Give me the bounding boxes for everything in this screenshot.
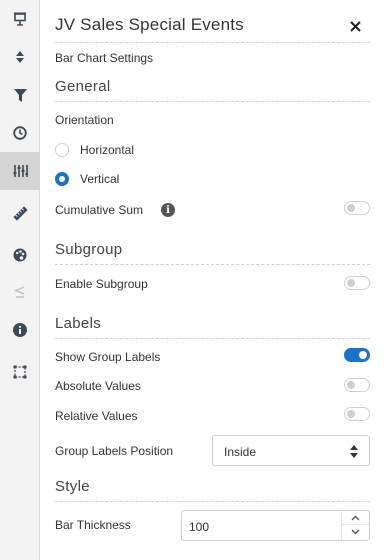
settings-rail: [0, 0, 40, 560]
show-group-labels-label: Show Group Labels: [55, 350, 161, 364]
rail-settings-button[interactable]: [0, 152, 40, 190]
section-general-heading: General: [55, 78, 111, 95]
toggle-knob: [347, 381, 355, 389]
close-icon: [349, 20, 361, 32]
less-equal-icon: [14, 286, 25, 298]
selection-frame-icon: [13, 365, 27, 379]
close-button[interactable]: [348, 19, 362, 33]
divider: [55, 101, 370, 102]
divider: [55, 264, 370, 265]
toggle-knob: [347, 410, 355, 418]
section-subgroup-heading: Subgroup: [55, 241, 123, 258]
vertical-radio[interactable]: [55, 172, 69, 186]
rail-history-button[interactable]: [0, 114, 40, 152]
show-group-labels-toggle[interactable]: [344, 348, 370, 362]
stepper-value[interactable]: 100: [189, 520, 209, 534]
stepper-decrement-button[interactable]: [342, 525, 369, 539]
select-value: Inside: [224, 445, 257, 459]
bar-thickness-label: Bar Thickness: [55, 518, 131, 532]
rail-sort-button[interactable]: [0, 38, 40, 76]
info-icon: [13, 323, 27, 337]
cumulative-sum-label: Cumulative Sum: [55, 203, 144, 217]
rail-compare-button[interactable]: [0, 273, 40, 311]
sort-icon: [16, 51, 24, 63]
rail-measure-button[interactable]: [0, 194, 40, 232]
palette-icon: [13, 248, 27, 262]
chevron-down-icon: [351, 529, 360, 535]
enable-subgroup-toggle[interactable]: [344, 276, 370, 290]
section-style-heading: Style: [55, 478, 90, 495]
settings-panel: JV Sales Special Events Bar Chart Settin…: [40, 0, 384, 560]
chevron-up-icon: [351, 515, 360, 520]
absolute-values-toggle[interactable]: [344, 378, 370, 392]
horizontal-label: Horizontal: [80, 143, 135, 157]
toggle-knob: [359, 351, 367, 359]
sliders-icon: [13, 165, 28, 177]
cumulative-sum-toggle[interactable]: [344, 201, 370, 215]
presentation-icon: [14, 12, 26, 26]
rail-frame-button[interactable]: [0, 353, 40, 391]
rail-presentation-button[interactable]: [0, 0, 40, 38]
filter-icon: [13, 88, 27, 102]
vertical-label: Vertical: [80, 172, 120, 186]
orientation-option-vertical[interactable]: Vertical: [55, 172, 119, 186]
sort-caret-icon: [350, 445, 358, 458]
ruler-icon: [12, 205, 28, 221]
divider: [55, 338, 370, 339]
divider: [55, 501, 370, 502]
group-labels-position-label: Group Labels Position: [55, 444, 174, 458]
divider: [55, 42, 370, 43]
toggle-knob: [347, 279, 355, 287]
section-labels-heading: Labels: [55, 315, 102, 332]
rail-filter-button[interactable]: [0, 76, 40, 114]
stepper-buttons: [341, 511, 369, 540]
rail-info-button[interactable]: [0, 311, 40, 349]
relative-values-toggle[interactable]: [344, 407, 370, 421]
horizontal-radio[interactable]: [55, 143, 69, 157]
toggle-knob: [347, 204, 355, 212]
orientation-option-horizontal[interactable]: Horizontal: [55, 143, 134, 157]
stepper-increment-button[interactable]: [342, 511, 369, 525]
clock-icon: [13, 126, 27, 140]
relative-values-label: Relative Values: [55, 409, 138, 423]
panel-subtitle: Bar Chart Settings: [55, 51, 154, 65]
panel-title: JV Sales Special Events: [55, 15, 244, 34]
absolute-values-label: Absolute Values: [55, 379, 141, 393]
orientation-label: Orientation: [55, 113, 114, 127]
cumulative-sum-info-icon[interactable]: i: [161, 203, 175, 217]
group-labels-position-select[interactable]: Inside: [212, 435, 370, 466]
enable-subgroup-label: Enable Subgroup: [55, 277, 148, 291]
bar-thickness-stepper[interactable]: 100: [181, 510, 370, 541]
rail-colors-button[interactable]: [0, 236, 40, 274]
